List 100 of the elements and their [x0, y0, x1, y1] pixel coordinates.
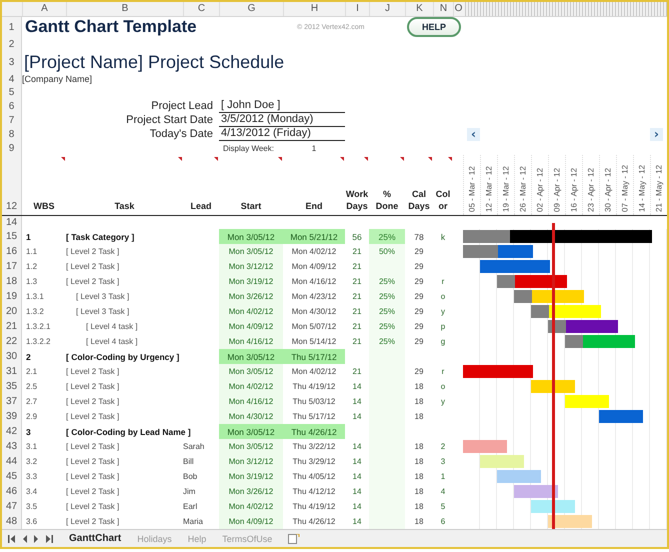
column-header[interactable]: B — [66, 2, 183, 16]
column-header[interactable]: A — [22, 2, 66, 16]
week-label: 05 - Mar - 12 — [463, 155, 480, 215]
row-number[interactable]: 16 — [2, 244, 22, 259]
row-number[interactable]: 39 — [2, 409, 22, 424]
end-date-cell-text: Mon 4/16/12 — [290, 276, 338, 288]
task-bar[interactable] — [510, 230, 652, 243]
end-date-cell-text: Mon 4/23/12 — [290, 291, 338, 303]
column-header[interactable]: H — [283, 2, 345, 16]
row-number[interactable]: 19 — [2, 289, 22, 304]
row-number[interactable]: 35 — [2, 379, 22, 394]
row-number[interactable]: 14 — [2, 216, 22, 229]
start-date-cell: Mon 3/05/12 — [219, 364, 283, 379]
row-number[interactable]: 15 — [2, 229, 22, 244]
row-number[interactable]: 31 — [2, 364, 22, 379]
work-days: 14 — [352, 442, 362, 451]
comment-marker-icon — [340, 157, 344, 161]
completed-segment — [514, 290, 532, 303]
row-number[interactable]: 1 — [2, 17, 22, 37]
calendar-days: 29 — [414, 337, 424, 346]
field-label: Project Start Date — [125, 114, 214, 126]
week-label: 16 - Apr - 12 — [565, 155, 582, 215]
task-name: [ Level 2 Task ] — [66, 472, 120, 481]
row-number[interactable]: 8 — [2, 127, 22, 141]
percent-done-cell: 25% — [369, 334, 405, 349]
week-label: 09 - Apr - 12 — [548, 155, 565, 215]
task-bar[interactable] — [548, 305, 602, 318]
column-header[interactable]: C — [183, 2, 219, 16]
calendar-days: 29 — [414, 262, 424, 271]
wbs-cell-text: 1.2 — [25, 261, 38, 273]
lead-name: Sarah — [183, 442, 204, 451]
work-days: 21 — [352, 307, 362, 316]
row-number[interactable]: 37 — [2, 394, 22, 409]
row-number[interactable]: 2 — [2, 37, 22, 51]
row-number[interactable]: 43 — [2, 439, 22, 454]
calendar-days: 29 — [414, 322, 424, 331]
row-number[interactable]: 48 — [2, 514, 22, 529]
percent-done-cell: 25% — [369, 319, 405, 334]
next-week-button[interactable]: › — [650, 128, 663, 140]
field-value[interactable]: [ John Doe ] — [219, 99, 345, 113]
first-sheet-icon[interactable] — [8, 534, 17, 542]
previous-sheet-icon[interactable] — [22, 534, 28, 542]
field-value[interactable]: 4/13/2012 (Friday) — [219, 127, 345, 141]
row-number[interactable]: 22 — [2, 334, 22, 349]
comment-marker-icon — [400, 157, 404, 161]
row-number[interactable]: 21 — [2, 319, 22, 334]
row-number[interactable]: 17 — [2, 259, 22, 274]
start-date-cell: Mon 3/05/12 — [219, 424, 283, 439]
previous-week-button[interactable]: ‹ — [467, 128, 480, 140]
end-date-cell-text: Mon 4/02/12 — [290, 246, 338, 258]
calendar-days: 18 — [414, 487, 424, 496]
row-number[interactable]: 5 — [2, 85, 22, 99]
next-sheet-icon[interactable] — [33, 534, 39, 542]
row-number[interactable]: 20 — [2, 304, 22, 319]
end-date-cell-text: Mon 5/14/12 — [290, 336, 338, 348]
row-number[interactable]: 44 — [2, 454, 22, 469]
completed-segment — [463, 245, 498, 258]
help-button[interactable]: HELP — [407, 17, 462, 37]
column-header[interactable]: N — [433, 2, 453, 16]
percent-done-cell: 25% — [369, 274, 405, 289]
column-header[interactable]: I — [345, 2, 369, 16]
comment-marker-icon — [61, 157, 65, 161]
task-bar[interactable] — [531, 500, 575, 513]
column-heading: WBS — [34, 200, 54, 212]
task-bar[interactable] — [548, 515, 592, 528]
display-week-value[interactable]: 1 — [283, 144, 345, 152]
sheet-title: Gantt Chart Template — [24, 17, 198, 37]
row-number[interactable]: 4 — [2, 73, 22, 85]
row-number[interactable]: 12 — [2, 155, 22, 215]
row-number[interactable]: 18 — [2, 274, 22, 289]
sheet-tab[interactable]: GanttChart — [69, 533, 122, 544]
week-label: 19 - Mar - 12 — [497, 155, 514, 215]
row-number[interactable]: 30 — [2, 349, 22, 364]
task-name: [ Level 2 Task ] — [66, 397, 120, 406]
task-bar[interactable] — [532, 290, 584, 303]
insert-sheet-icon[interactable] — [288, 534, 300, 544]
wbs-cell-text: 3.1 — [25, 441, 38, 453]
start-date-cell: Mon 3/26/12 — [219, 484, 283, 499]
last-sheet-icon[interactable] — [44, 534, 53, 542]
column-header[interactable]: J — [369, 2, 405, 16]
wbs-cell-text: 1 — [25, 230, 32, 244]
task-name: [ Task Category ] — [66, 232, 134, 242]
row-number[interactable]: 45 — [2, 469, 22, 484]
field-value[interactable]: 3/5/2012 (Monday) — [219, 113, 345, 127]
row-number[interactable]: 46 — [2, 484, 22, 499]
task-bar[interactable] — [531, 380, 575, 393]
task-name: [ Level 2 Task ] — [66, 277, 120, 286]
row-number[interactable]: 7 — [2, 113, 22, 127]
task-name: [ Level 2 Task ] — [66, 457, 120, 466]
row-number[interactable]: 9 — [2, 141, 22, 155]
row-number[interactable]: 3 — [2, 51, 22, 73]
task-name: [ Level 2 Task ] — [66, 442, 120, 451]
row-number[interactable]: 47 — [2, 499, 22, 514]
color-code: k — [440, 232, 446, 242]
row-number[interactable]: 6 — [2, 99, 22, 113]
row-number[interactable]: 42 — [2, 424, 22, 439]
color-code: g — [440, 337, 446, 346]
column-header[interactable]: K — [405, 2, 433, 16]
task-bar[interactable] — [514, 485, 558, 498]
column-header[interactable]: G — [219, 2, 283, 16]
